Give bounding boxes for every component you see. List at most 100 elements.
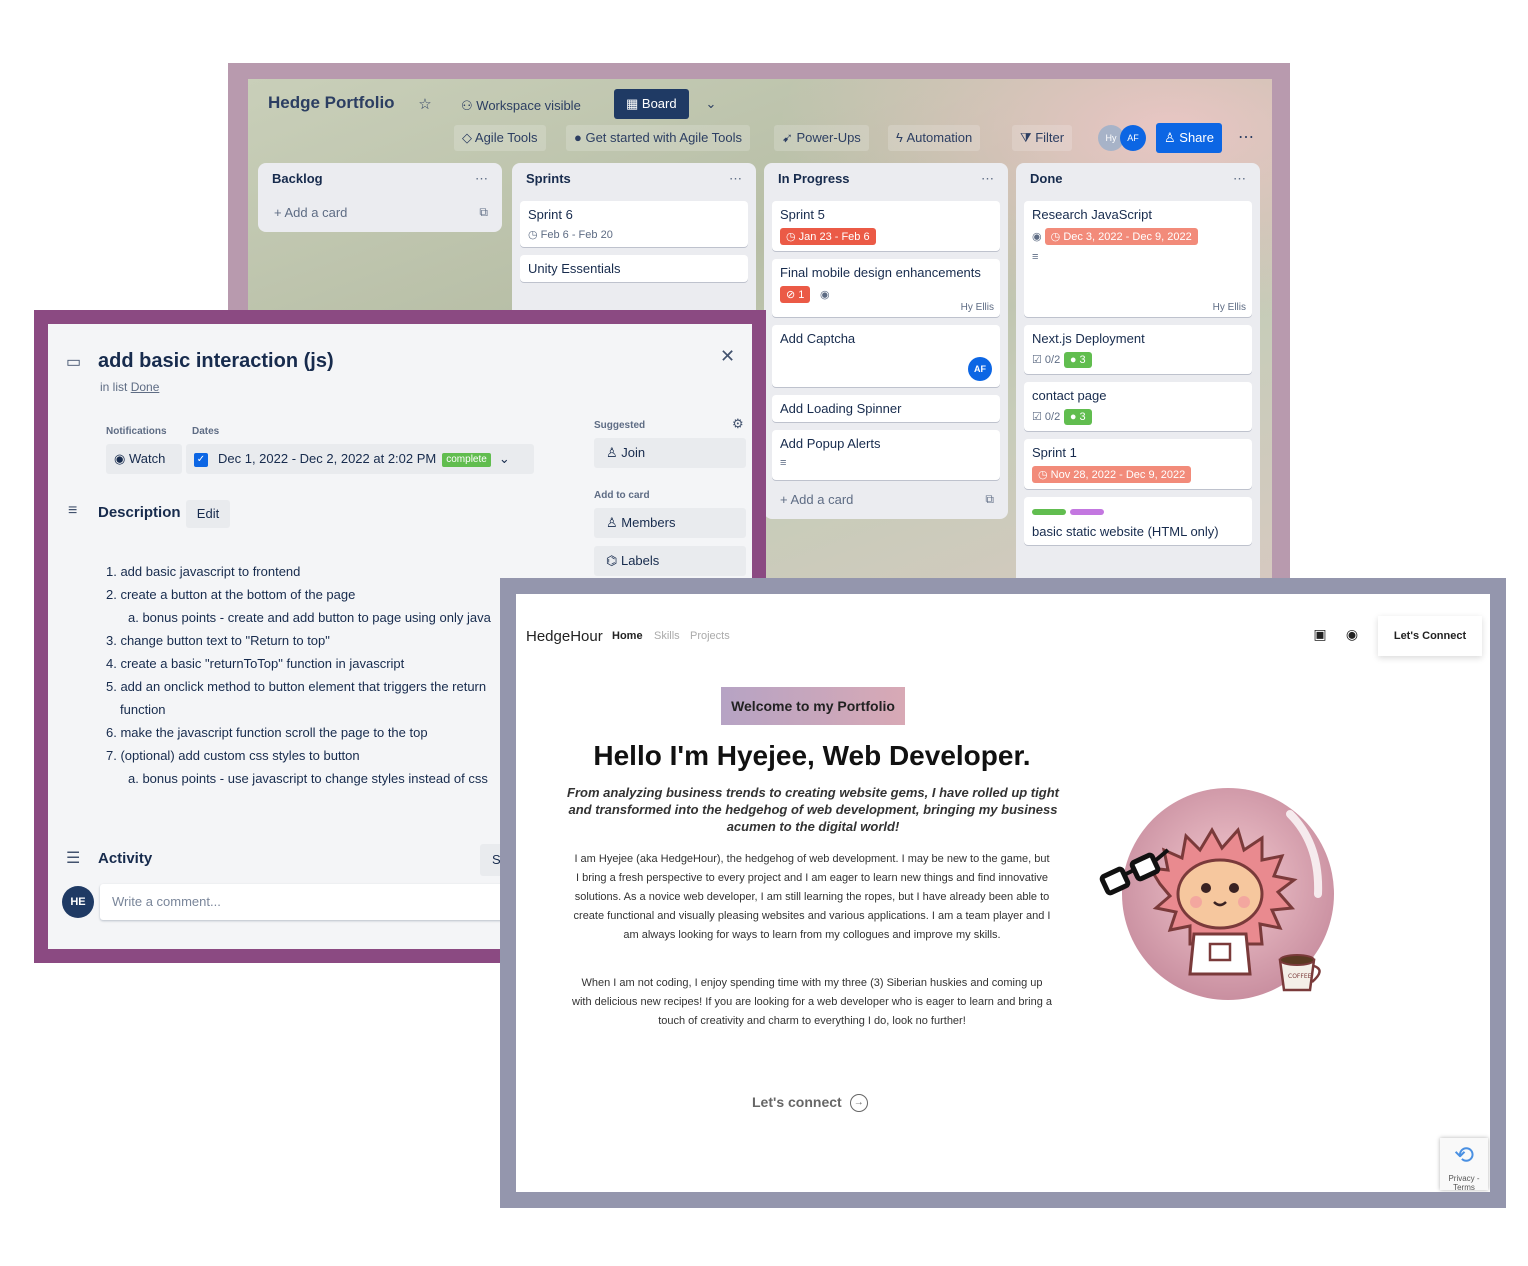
eye-icon: ◉	[820, 289, 830, 301]
labels-label: Labels	[620, 553, 660, 568]
card-title: Sprint 5	[780, 207, 825, 222]
rocket-icon: ➹	[782, 130, 797, 145]
filter-icon: ⧩	[1020, 130, 1036, 145]
portfolio-site: HedgeHour Home Skills Projects ▣ ◉ Let's…	[516, 594, 1490, 1192]
complete-badge: complete	[442, 452, 491, 467]
github-icon[interactable]: ◉	[1342, 624, 1362, 644]
add-card-button[interactable]: + Add a card ⧉	[772, 488, 1000, 511]
add-to-card-label: Add to card	[594, 490, 650, 501]
description-icon: ≡	[68, 502, 78, 519]
lets-connect-link[interactable]: Let's connect →	[752, 1094, 868, 1113]
list-sprints: Sprints ⋯ Sprint 6 ◷ Feb 6 - Feb 20 Unity…	[512, 163, 756, 323]
nav-projects[interactable]: Projects	[690, 630, 730, 642]
chevron-down-icon[interactable]: ⌄	[698, 91, 724, 117]
nav-skills[interactable]: Skills	[654, 630, 680, 642]
filter-label: Filter	[1035, 130, 1065, 145]
edit-description-button[interactable]: Edit	[186, 500, 230, 528]
power-ups-button[interactable]: ➹ Power-Ups	[774, 125, 869, 151]
labels-button[interactable]: ⌬ Labels	[594, 546, 746, 576]
card[interactable]: basic static website (HTML only)	[1024, 497, 1252, 545]
filter-button[interactable]: ⧩ Filter	[1012, 125, 1073, 151]
get-started-button[interactable]: ● Get started with Agile Tools	[566, 125, 751, 151]
card-title: Add Popup Alerts	[780, 436, 881, 451]
linkedin-icon[interactable]: ▣	[1310, 624, 1330, 644]
member-avatar[interactable]: AF	[968, 357, 992, 381]
list-done: Done ⋯ Research JavaScript ◉ ◷ Dec 3, 202…	[1016, 163, 1260, 583]
checklist-count: 0/2	[1044, 354, 1061, 366]
count-badge: ● 3	[1063, 409, 1092, 425]
member-avatar[interactable]: Hy Ellis	[1213, 302, 1246, 313]
automation-button[interactable]: ϟ Automation	[888, 125, 981, 151]
card-dates: ◷ Feb 6 - Feb 20	[528, 228, 740, 241]
date-text: Jan 23 - Feb 6	[798, 231, 870, 243]
due-date-badge: ◷ Nov 28, 2022 - Dec 9, 2022	[1032, 466, 1192, 483]
site-logo[interactable]: HedgeHour	[526, 628, 603, 645]
card-title: Add Captcha	[780, 331, 856, 346]
card-title[interactable]: add basic interaction (js)	[98, 350, 334, 373]
star-icon[interactable]: ☆	[412, 93, 438, 117]
card[interactable]: Add Popup Alerts ≡	[772, 430, 1000, 480]
count-text: 3	[1079, 411, 1086, 423]
card[interactable]: Add Captcha AF	[772, 325, 1000, 387]
list-menu-icon[interactable]: ⋯	[981, 171, 994, 187]
list-title[interactable]: Backlog ⋯	[266, 171, 494, 193]
template-icon[interactable]: ⧉	[479, 205, 488, 220]
dates-button[interactable]: ✓ Dec 1, 2022 - Dec 2, 2022 at 2:02 PM com…	[186, 444, 534, 474]
card[interactable]: Final mobile design enhancements ⊘ 1 ◉ H…	[772, 259, 1000, 317]
list-title[interactable]: Done ⋯	[1024, 171, 1252, 193]
card[interactable]: Research JavaScript ◉ ◷ Dec 3, 2022 - De…	[1024, 201, 1252, 317]
join-button[interactable]: ♙ Join	[594, 438, 746, 468]
date-text: Nov 28, 2022 - Dec 9, 2022	[1050, 469, 1186, 481]
member-avatar[interactable]: Hy Ellis	[961, 302, 994, 313]
list-name: In Progress	[778, 171, 850, 186]
lightning-icon: ϟ	[896, 130, 907, 145]
hedgehog-illustration: COFFEE	[1099, 788, 1334, 1000]
card[interactable]: Sprint 6 ◷ Feb 6 - Feb 20	[520, 201, 748, 247]
card-title: Research JavaScript	[1032, 207, 1152, 222]
board-title[interactable]: Hedge Portfolio	[268, 93, 395, 113]
members-button[interactable]: ♙ Members	[594, 508, 746, 538]
board-view-button[interactable]: ▦ Board	[614, 89, 689, 119]
hobbies-paragraph: When I am not coding, I enjoy spending t…	[572, 977, 1052, 1027]
gear-icon[interactable]: ⚙	[732, 416, 744, 432]
join-label: Join	[621, 445, 646, 460]
card[interactable]: Sprint 5 ◷ Jan 23 - Feb 6	[772, 201, 1000, 251]
avatar[interactable]: HE	[62, 886, 94, 918]
template-icon[interactable]: ⧉	[985, 492, 994, 507]
card[interactable]: Unity Essentials	[520, 255, 748, 282]
agile-tools-button[interactable]: ◇ Agile Tools	[454, 125, 546, 151]
card[interactable]: Add Loading Spinner	[772, 395, 1000, 422]
workspace-visible-button[interactable]: ⚇ Workspace visible	[453, 93, 589, 119]
list-link[interactable]: Done	[131, 380, 160, 394]
share-button[interactable]: ♙ Share	[1156, 123, 1222, 153]
card[interactable]: Sprint 1 ◷ Nov 28, 2022 - Dec 9, 2022	[1024, 439, 1252, 489]
close-icon[interactable]: ✕	[720, 346, 735, 367]
list-menu-icon[interactable]: ⋯	[729, 171, 742, 187]
list-title[interactable]: Sprints ⋯	[520, 171, 748, 193]
share-label: Share	[1179, 130, 1214, 145]
card[interactable]: contact page ☑ 0/2 ● 3	[1024, 382, 1252, 431]
tag-icon: ⊘	[786, 289, 799, 301]
list-menu-icon[interactable]: ⋯	[1233, 171, 1246, 187]
nav-home[interactable]: Home	[612, 630, 643, 642]
recaptcha-icon: ⟲	[1453, 1142, 1475, 1169]
due-date-badge: ◷ Jan 23 - Feb 6	[780, 228, 876, 245]
complete-checkbox[interactable]: ✓	[194, 452, 208, 467]
member-avatar[interactable]: AF	[1120, 125, 1146, 151]
arrow-right-icon: →	[849, 1094, 868, 1113]
card[interactable]: Next.js Deployment ☑ 0/2 ● 3	[1024, 325, 1252, 374]
more-icon[interactable]: ⋯	[1236, 125, 1256, 151]
list-menu-icon[interactable]: ⋯	[475, 171, 488, 187]
automation-label: Automation	[906, 130, 973, 145]
lets-connect-button[interactable]: Let's Connect	[1378, 616, 1482, 656]
add-card-label: Add a card	[284, 205, 348, 220]
recaptcha-badge[interactable]: ⟲ Privacy - Terms	[1440, 1138, 1488, 1192]
watch-button[interactable]: ◉ Watch	[106, 444, 182, 474]
clock-icon: ◷	[1050, 231, 1064, 243]
list-backlog: Backlog ⋯ + Add a card ⧉	[258, 163, 502, 232]
headline: Hello I'm Hyejee, Web Developer.	[593, 740, 1031, 771]
card-title: basic static website (HTML only)	[1032, 524, 1219, 539]
add-card-button[interactable]: + Add a card ⧉	[266, 201, 494, 224]
checklist-icon: ☑	[1032, 354, 1045, 366]
list-title[interactable]: In Progress ⋯	[772, 171, 1000, 193]
